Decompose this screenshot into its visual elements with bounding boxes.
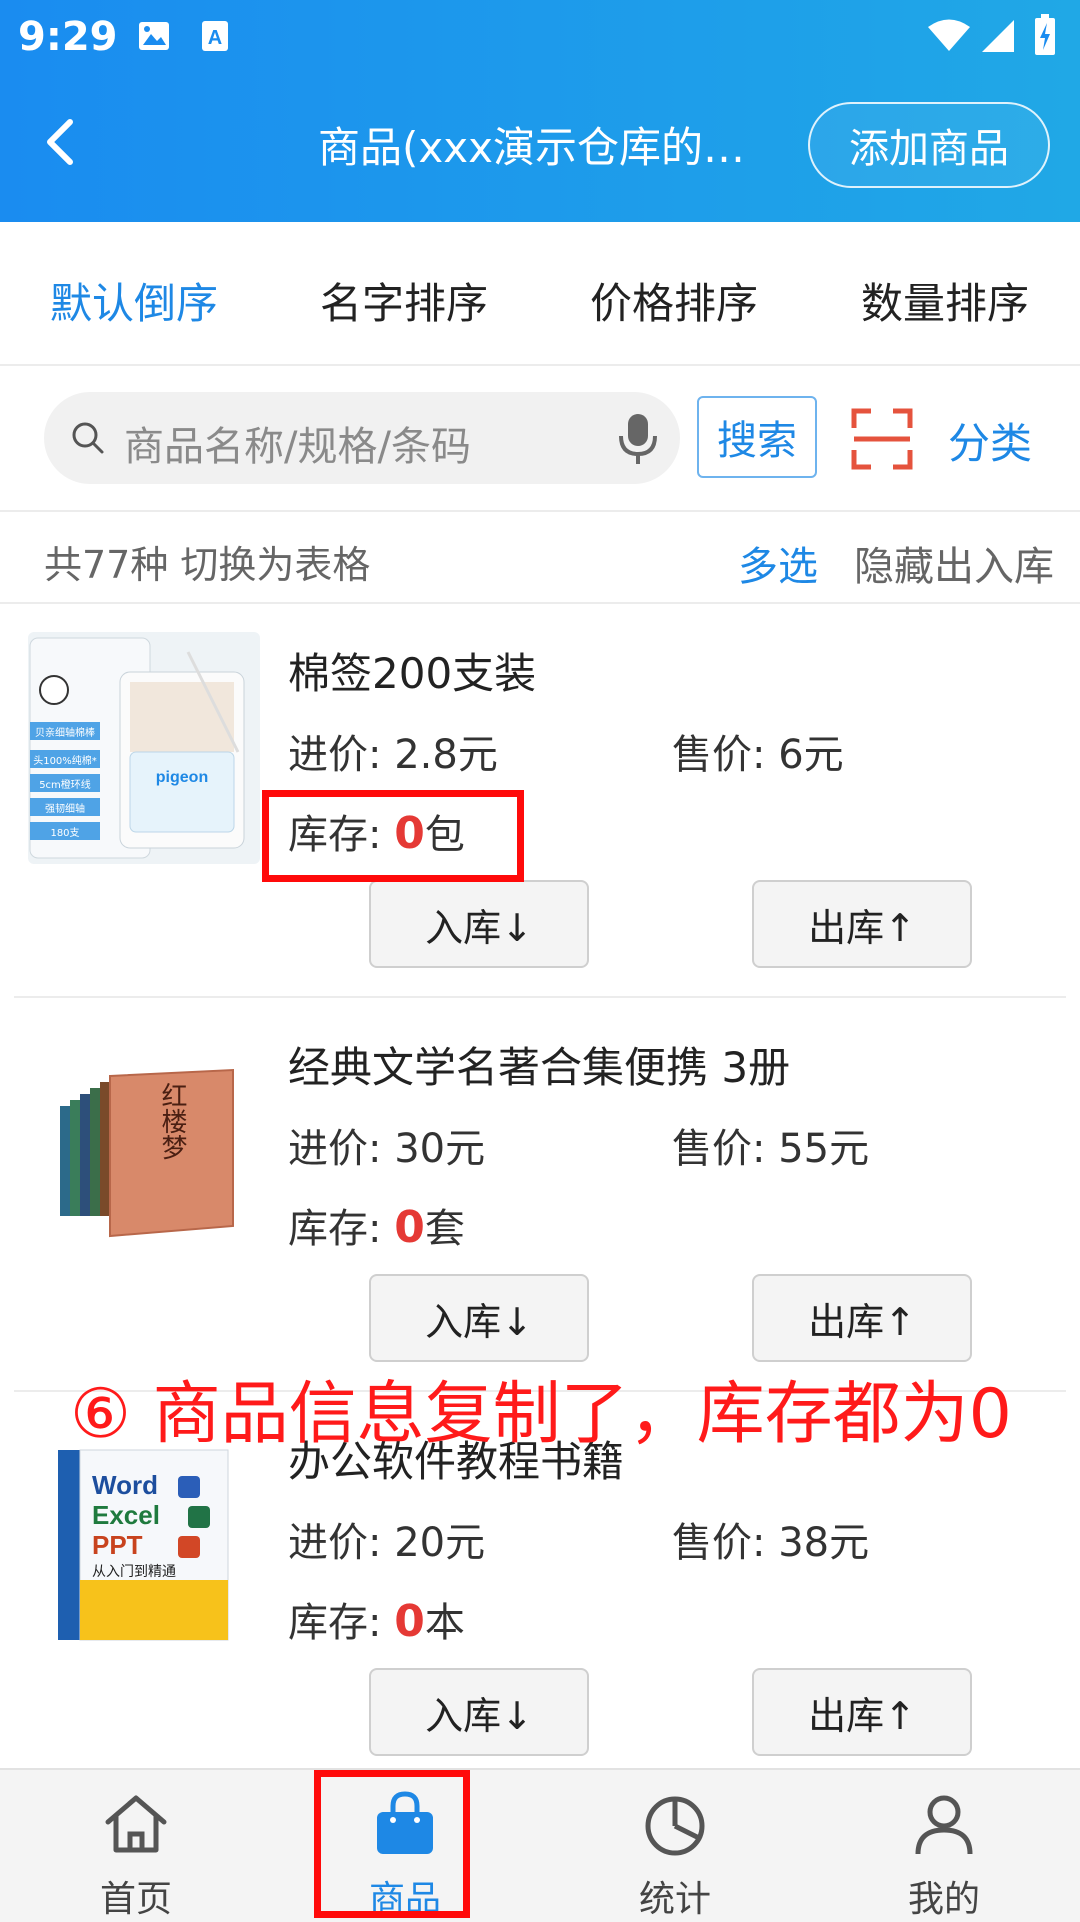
product-image: 贝亲细轴棉棒 头100%纯棉* 5cm橙环线 强韧细轴 180支 pigeon — [28, 632, 260, 864]
purchase-price: 进价: 30元 — [288, 1126, 486, 1172]
svg-text:pigeon: pigeon — [156, 769, 208, 786]
microphone-icon[interactable] — [616, 412, 660, 466]
svg-text:5cm橙环线: 5cm橙环线 — [39, 778, 91, 791]
purchase-price: 进价: 2.8元 — [288, 732, 498, 778]
scan-icon[interactable] — [851, 408, 913, 470]
status-time: 9:29 — [18, 14, 118, 60]
app-header: 9:29 A 商品(xxx演示仓库的… 添加商品 — [0, 0, 1080, 222]
search-input[interactable]: 商品名称/规格/条码 — [44, 392, 680, 484]
svg-text:从入门到精通: 从入门到精通 — [92, 1564, 176, 1580]
tab-sort-name[interactable]: 名字排序 — [320, 270, 488, 331]
product-count-toggle-table[interactable]: 共77种 切换为表格 — [44, 534, 370, 589]
tab-statistics-label: 统计 — [638, 1879, 711, 1920]
status-bar: 9:29 A — [0, 0, 1080, 72]
category-button[interactable]: 分类 — [948, 410, 1032, 471]
person-icon — [915, 1795, 973, 1855]
stock-in-button[interactable]: 入库↓ — [369, 1668, 589, 1756]
text-recognition-icon: A — [202, 21, 228, 51]
svg-text:红楼梦: 红楼梦 — [157, 1082, 187, 1160]
svg-text:180支: 180支 — [50, 827, 79, 839]
stock-quantity: 库存: 0本 — [288, 1596, 465, 1647]
home-icon — [105, 1795, 167, 1853]
product-item[interactable]: 贝亲细轴棉棒 头100%纯棉* 5cm橙环线 强韧细轴 180支 pigeon … — [0, 604, 1080, 998]
add-product-button[interactable]: 添加商品 — [808, 102, 1050, 188]
purchase-price: 进价: 20元 — [288, 1520, 486, 1566]
tab-mine-label: 我的 — [907, 1879, 980, 1920]
back-arrow-icon[interactable] — [32, 112, 92, 172]
tab-home-label: 首页 — [99, 1879, 172, 1920]
search-button[interactable]: 搜索 — [697, 396, 817, 478]
product-image: 红楼梦 — [28, 1026, 260, 1258]
battery-icon — [1035, 14, 1055, 55]
annotation-text: ⑥ 商品信息复制了，库存都为0 — [70, 1375, 1012, 1454]
tab-sort-price[interactable]: 价格排序 — [590, 270, 758, 331]
highlight-box-stock — [262, 790, 524, 882]
multi-select-button[interactable]: 多选 — [738, 534, 818, 592]
tab-statistics[interactable]: 统计 — [595, 1770, 755, 1922]
nav-bar: 商品(xxx演示仓库的… 添加商品 — [0, 90, 1080, 200]
svg-text:Excel: Excel — [92, 1500, 160, 1530]
svg-text:强韧细轴: 强韧细轴 — [45, 802, 85, 815]
product-name: 经典文学名著合集便携 3册 — [288, 1043, 791, 1092]
gallery-icon — [139, 22, 169, 50]
tab-home[interactable]: 首页 — [56, 1770, 216, 1922]
pie-chart-icon — [645, 1796, 705, 1856]
sort-bar: 默认倒序 名字排序 价格排序 数量排序 — [0, 222, 1080, 366]
sale-price: 售价: 38元 — [672, 1520, 870, 1566]
tab-sort-quantity[interactable]: 数量排序 — [861, 270, 1029, 331]
svg-text:贝亲细轴棉棒: 贝亲细轴棉棒 — [35, 726, 95, 739]
stock-in-button[interactable]: 入库↓ — [369, 880, 589, 968]
summary-bar: 共77种 切换为表格 多选 隐藏出入库 — [0, 512, 1080, 604]
svg-text:A: A — [208, 27, 222, 49]
hide-io-button[interactable]: 隐藏出入库 — [854, 534, 1054, 592]
stock-in-button[interactable]: 入库↓ — [369, 1274, 589, 1362]
stock-out-button[interactable]: 出库↑ — [752, 1668, 972, 1756]
highlight-box-products-tab — [314, 1770, 470, 1918]
stock-quantity: 库存: 0套 — [288, 1202, 465, 1253]
product-item[interactable]: 红楼梦 经典文学名著合集便携 3册 进价: 30元 售价: 55元 库存: 0套… — [0, 998, 1080, 1392]
tab-sort-default-desc[interactable]: 默认倒序 — [50, 270, 218, 331]
page-title: 商品(xxx演示仓库的… — [318, 123, 745, 172]
search-row: 商品名称/规格/条码 搜索 分类 — [0, 366, 1080, 512]
tab-mine[interactable]: 我的 — [864, 1770, 1024, 1922]
svg-text:Word: Word — [92, 1470, 158, 1500]
sale-price: 售价: 55元 — [672, 1126, 870, 1172]
search-placeholder: 商品名称/规格/条码 — [124, 424, 471, 470]
svg-text:PPT: PPT — [92, 1530, 143, 1560]
stock-out-button[interactable]: 出库↑ — [752, 880, 972, 968]
svg-text:头100%纯棉*: 头100%纯棉* — [33, 754, 97, 767]
stock-out-button[interactable]: 出库↑ — [752, 1274, 972, 1362]
bottom-tab-bar: 首页 商品 统计 我的 — [0, 1768, 1080, 1922]
search-icon — [72, 422, 104, 454]
wifi-icon — [928, 19, 970, 51]
sale-price: 售价: 6元 — [672, 732, 844, 778]
product-name: 棉签200支装 — [288, 649, 537, 698]
cell-signal-icon — [982, 20, 1014, 52]
